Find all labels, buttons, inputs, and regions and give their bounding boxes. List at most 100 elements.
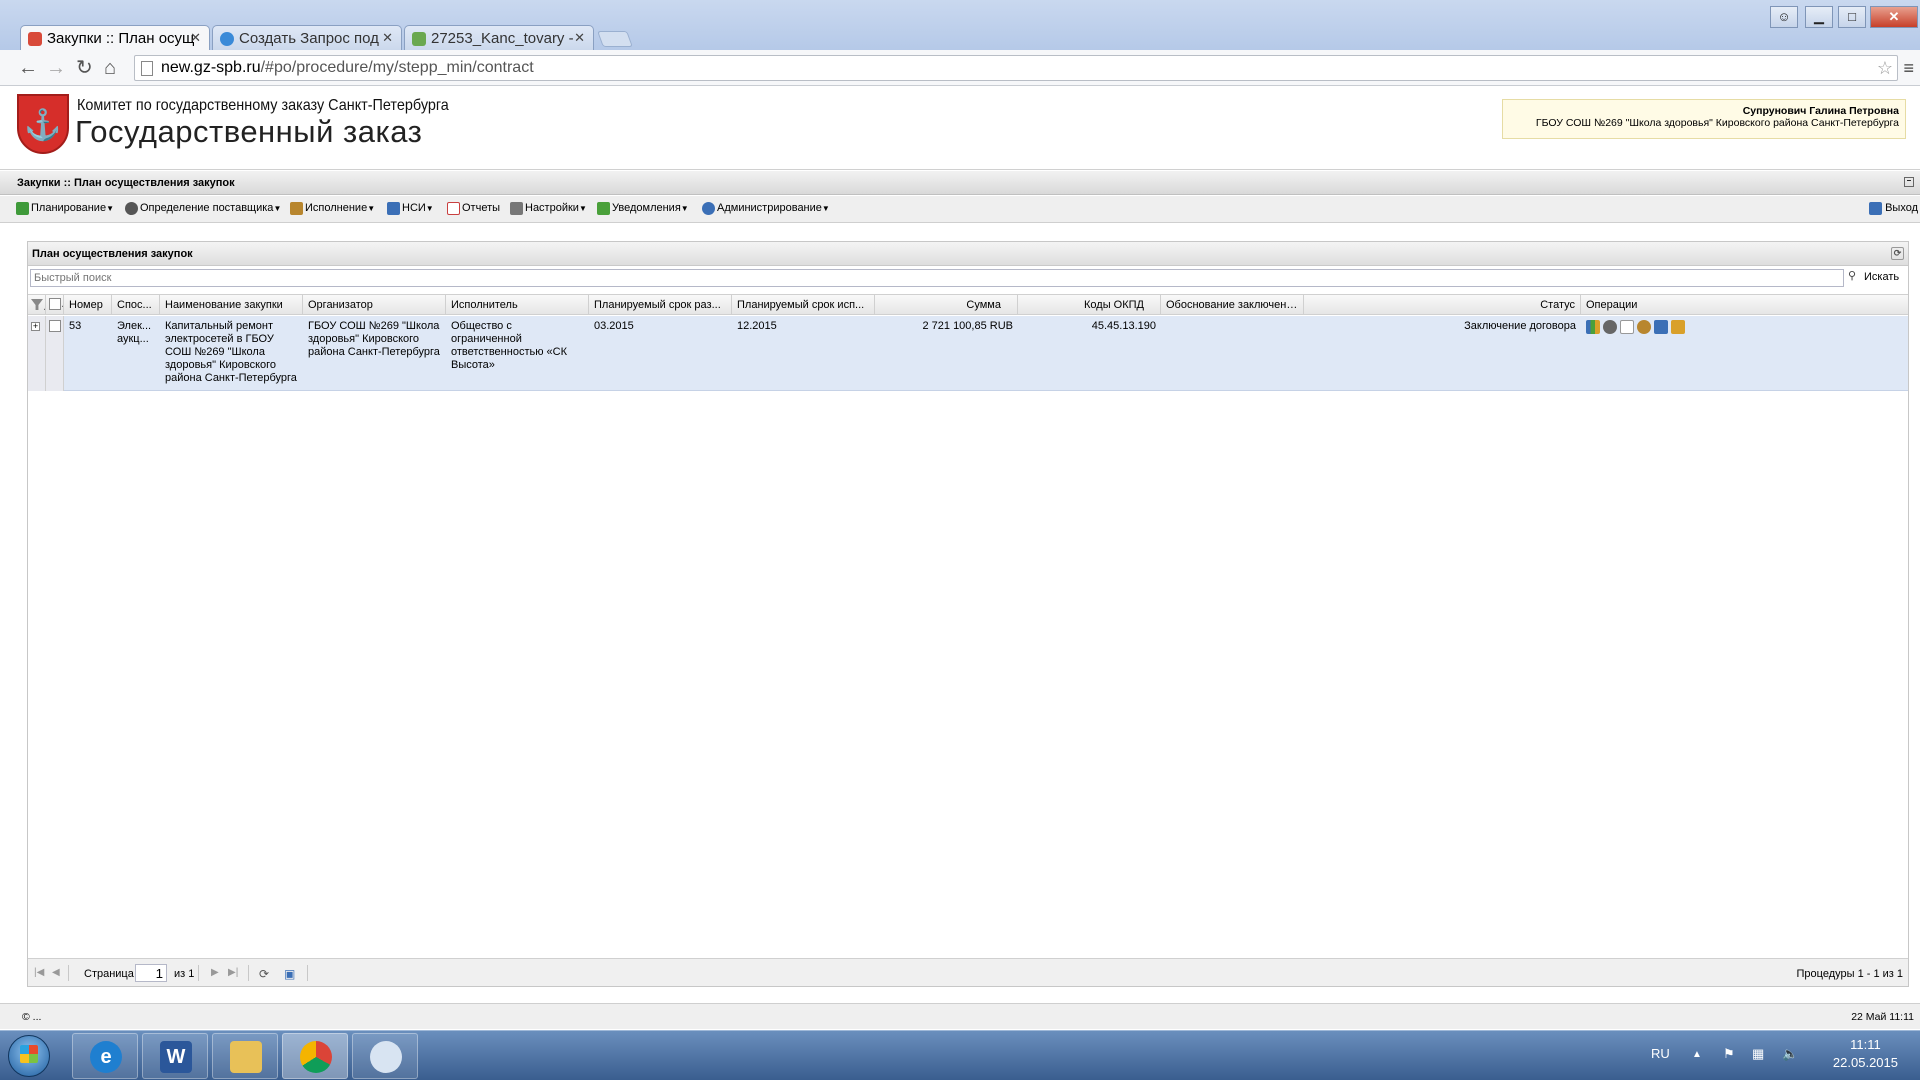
menu-supplier[interactable]: Определение поставщика▼ [125,202,281,215]
browser-tabstrip: Закупки :: План осущ ✕ Создать Запрос по… [0,0,1920,51]
status-datetime: 22 Май 11:11 [1851,1011,1914,1023]
address-bar[interactable]: new.gz-spb.ru/#po/procedure/my/stepp_min… [134,55,1898,81]
taskbar-word[interactable]: W [142,1033,208,1079]
select-all-checkbox[interactable] [46,295,64,314]
url-path: /#po/procedure/my/stepp_min/contract [260,59,534,76]
start-button[interactable] [8,1035,50,1077]
back-icon[interactable]: ← [18,58,38,78]
contract-icon[interactable] [1654,320,1668,334]
col-name[interactable]: Наименование закупки [160,295,303,314]
col-method[interactable]: Спос... [112,295,160,314]
taskbar-ie[interactable]: e [72,1033,138,1079]
taskbar-chrome[interactable] [282,1033,348,1079]
cell-basis [1161,316,1304,391]
page-total-label: из 1 [174,968,195,980]
quick-search-input[interactable] [30,269,1844,287]
emblem-icon[interactable] [1637,320,1651,334]
menu-execution[interactable]: Исполнение▼ [290,202,375,215]
book-icon [387,202,400,215]
cell-name: Капитальный ремонт электросетей в ГБОУ С… [165,320,297,384]
main-menu: Планирование▼ Определение поставщика▼ Ис… [0,196,1920,223]
menu-nsi[interactable]: НСИ▼ [387,202,434,215]
language-indicator[interactable]: RU [1651,1046,1670,1061]
word-icon: W [160,1041,192,1073]
col-executor[interactable]: Исполнитель [446,295,589,314]
taskbar-explorer[interactable] [212,1033,278,1079]
bookmark-star-icon[interactable]: ☆ [1877,58,1893,79]
first-page-icon[interactable]: |◀ [34,967,44,978]
col-number[interactable]: Номер [64,295,112,314]
menu-administration[interactable]: Администрирование▼ [702,202,830,215]
refresh-panel-icon[interactable]: ⟳ [1891,247,1904,260]
org-name: Комитет по государственному заказу Санкт… [77,97,449,114]
col-plan-execution[interactable]: Планируемый срок исп... [732,295,875,314]
document-icon[interactable] [1620,320,1634,334]
menu-planning[interactable]: Планирование▼ [16,202,114,215]
col-organizer[interactable]: Организатор [303,295,446,314]
col-sum[interactable]: Сумма [875,295,1018,314]
menu-notifications[interactable]: Уведомления▼ [597,202,689,215]
forward-icon[interactable]: → [46,58,66,78]
ie-icon: e [90,1041,122,1073]
chart-icon[interactable] [1586,320,1600,334]
table-row[interactable]: + 53 Элек... аукц... Капитальный ремонт … [28,316,1908,391]
taskbar-paint[interactable] [352,1033,418,1079]
browser-tab[interactable]: 27253_Kanc_tovary - ✕ [404,25,594,50]
network-icon[interactable]: ▦ [1752,1046,1764,1062]
user-name: Супрунович Галина Петровна [1742,105,1899,117]
settings-gear-icon[interactable] [1603,320,1617,334]
filter-clear-icon[interactable] [28,295,46,314]
menu-reports[interactable]: Отчеты [447,202,500,215]
col-plan-placement[interactable]: Планируемый срок раз... [589,295,732,314]
page-number-input[interactable] [135,964,167,982]
browser-menu-icon[interactable]: ≡ [1903,58,1914,79]
menu-label: Определение поставщика [140,202,274,214]
new-tab-button[interactable] [597,31,633,47]
action-center-icon[interactable]: ⚑ [1723,1046,1735,1062]
menu-settings[interactable]: Настройки▼ [510,202,587,215]
col-basis[interactable]: Обоснование заключения [1161,295,1304,314]
cell-method: Элек... аукц... [117,320,152,345]
cell-organizer: ГБОУ СОШ №269 "Школа здоровья" Кировског… [308,320,440,358]
close-tab-icon[interactable]: ✕ [190,30,201,46]
close-window-icon[interactable]: ✕ [1870,6,1918,28]
user-icon[interactable]: ☺ [1770,6,1798,28]
save-icon[interactable]: ▣ [284,967,295,981]
minimize-icon[interactable]: ▁ [1805,6,1833,28]
tray-expand-icon[interactable]: ▲ [1692,1049,1702,1060]
system-clock[interactable]: 11:11 22.05.2015 [1833,1036,1898,1072]
menu-label: НСИ [402,202,426,214]
maximize-icon[interactable]: □ [1838,6,1866,28]
close-tab-icon[interactable]: ✕ [382,30,393,46]
windows-logo-icon [20,1045,38,1063]
browser-tab-active[interactable]: Закупки :: План осущ ✕ [20,25,210,51]
volume-icon[interactable]: 🔈 [1782,1046,1798,1062]
last-page-icon[interactable]: ▶| [228,967,238,978]
row-expander[interactable]: + [28,316,46,391]
refresh-icon[interactable]: ⟳ [259,967,269,981]
home-icon[interactable]: ⌂ [104,58,116,78]
close-tab-icon[interactable]: ✕ [574,30,585,46]
search-button[interactable]: ⚲ Искать [1848,271,1899,284]
prev-page-icon[interactable]: ◀ [52,967,60,978]
spb-crest-logo: ⚓ [17,94,69,154]
col-status[interactable]: Статус [1304,295,1581,314]
col-operations[interactable]: Операции [1581,295,1908,314]
row-checkbox[interactable] [46,316,64,391]
browser-toolbar: ← → ↻ ⌂ new.gz-spb.ru/#po/procedure/my/s… [0,50,1920,86]
scroll-icon[interactable] [1671,320,1685,334]
browser-tab[interactable]: Создать Запрос под ✕ [212,25,402,50]
grid-header: Номер Спос... Наименование закупки Орган… [28,294,1908,315]
section-title-bar: Закупки :: План осуществления закупок – [0,171,1920,195]
reload-icon[interactable]: ↻ [76,58,93,78]
next-page-icon[interactable]: ▶ [211,967,219,978]
cell-executor: Общество с ограниченной ответственностью… [451,320,567,371]
user-organization: ГБОУ СОШ №269 "Школа здоровья" Кировског… [1535,117,1899,129]
menu-label: Планирование [31,202,107,214]
cell-sum: 2 721 100,85 RUB [922,320,1013,332]
col-okpd[interactable]: Коды ОКПД [1018,295,1161,314]
collapse-icon[interactable]: – [1904,177,1914,187]
pagination-bar: |◀ ◀ Страница из 1 ▶ ▶| ⟳ ▣ Процедуры 1 … [28,958,1908,986]
logout-button[interactable]: Выход [1869,202,1918,215]
procurement-plan-panel: План осуществления закупок ⟳ ⚲ Искать Но… [27,241,1909,987]
